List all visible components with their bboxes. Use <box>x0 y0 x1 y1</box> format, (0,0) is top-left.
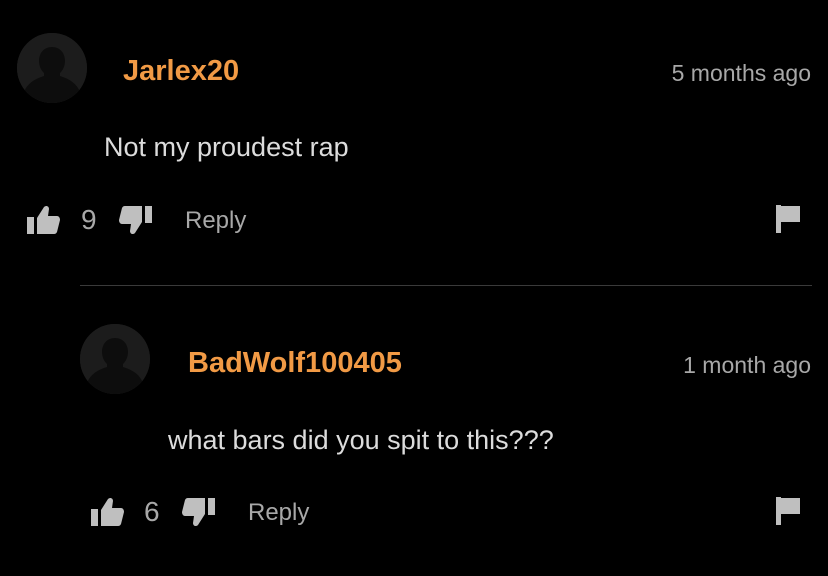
reply-button[interactable]: Reply <box>185 207 246 235</box>
comment-username[interactable]: BadWolf100405 <box>188 347 402 380</box>
comment-timestamp: 1 month ago <box>683 352 811 378</box>
report-flag-button[interactable] <box>773 203 803 235</box>
flag-icon <box>776 205 800 233</box>
default-user-avatar-icon <box>17 33 87 103</box>
like-count: 9 <box>81 204 97 235</box>
flag-icon <box>776 497 800 525</box>
comment-text: what bars did you spit to this??? <box>168 425 554 455</box>
like-button[interactable] <box>25 203 61 237</box>
like-button[interactable] <box>89 495 125 529</box>
thumbs-up-icon <box>27 205 60 234</box>
like-count: 6 <box>144 496 160 527</box>
report-flag-button[interactable] <box>773 495 803 527</box>
reply-button[interactable]: Reply <box>248 499 309 527</box>
dislike-button[interactable] <box>118 203 154 237</box>
thumbs-up-icon <box>91 497 124 526</box>
user-avatar[interactable] <box>17 33 87 103</box>
comment-timestamp: 5 months ago <box>671 60 811 86</box>
reply-comment: BadWolf100405 1 month ago what bars did … <box>0 286 828 576</box>
default-user-avatar-icon <box>80 324 150 394</box>
dislike-button[interactable] <box>181 495 217 529</box>
user-avatar[interactable] <box>80 324 150 394</box>
comment-username[interactable]: Jarlex20 <box>123 55 239 88</box>
comment-text: Not my proudest rap <box>104 132 349 162</box>
thumbs-down-icon <box>119 206 152 235</box>
thumbs-down-icon <box>182 498 215 527</box>
comment: Jarlex20 5 months ago Not my proudest ra… <box>0 0 828 285</box>
